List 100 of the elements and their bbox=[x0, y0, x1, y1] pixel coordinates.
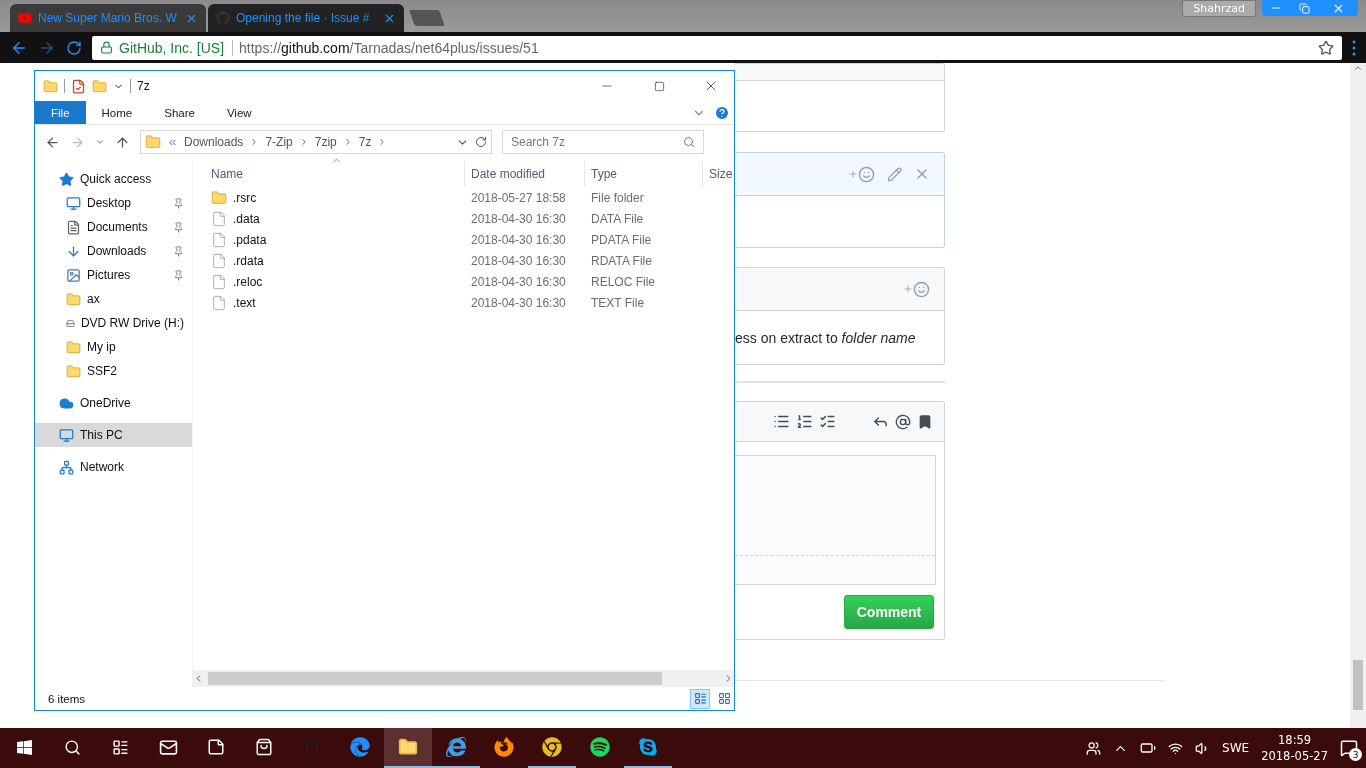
note-icon[interactable] bbox=[207, 738, 225, 756]
nav-item[interactable]: Quick access bbox=[35, 167, 192, 191]
play-icon bbox=[18, 11, 32, 25]
scroll-thumb[interactable] bbox=[1353, 660, 1363, 710]
file-row[interactable]: .pdata 2018-04-30 16:30 PDATA File bbox=[193, 229, 734, 250]
add-reaction-icon[interactable] bbox=[848, 165, 875, 183]
new-tab-button[interactable] bbox=[409, 10, 445, 26]
scroll-up-icon[interactable] bbox=[1353, 63, 1363, 73]
breadcrumb-item[interactable]: 7zip bbox=[314, 135, 337, 149]
ribbon-tab[interactable]: Home bbox=[85, 101, 149, 124]
document-icon bbox=[66, 219, 81, 235]
nav-item[interactable]: SSF2 bbox=[35, 359, 192, 383]
bookmark-icon[interactable] bbox=[917, 413, 933, 430]
file-name: .data bbox=[233, 211, 260, 226]
star-icon bbox=[59, 171, 74, 187]
folder-icon bbox=[66, 363, 81, 379]
maximize-icon[interactable] bbox=[653, 80, 665, 92]
up-icon[interactable] bbox=[115, 134, 130, 150]
table-cell-text: 2018-04-30 16:30 bbox=[470, 295, 567, 310]
task-view-icon[interactable] bbox=[111, 738, 129, 756]
file-icon bbox=[211, 294, 227, 311]
back-icon[interactable] bbox=[45, 134, 60, 150]
column-header[interactable]: Name bbox=[193, 161, 465, 187]
table-cell-text: PDATA File bbox=[590, 232, 653, 247]
comment-text: ess on extract to folder name bbox=[735, 329, 916, 346]
mail-icon[interactable] bbox=[158, 737, 178, 757]
nav-item[interactable]: OneDrive bbox=[35, 391, 192, 415]
file-row[interactable]: .rdata 2018-04-30 16:30 RDATA File bbox=[193, 250, 734, 271]
file-row[interactable]: .data 2018-04-30 16:30 DATA File bbox=[193, 208, 734, 229]
shopping-bag-icon[interactable] bbox=[255, 738, 273, 756]
search-field[interactable]: Search 7z bbox=[502, 130, 704, 154]
breadcrumb-item[interactable]: Downloads bbox=[184, 135, 244, 149]
table-cell-text: RDATA File bbox=[590, 253, 653, 268]
file-icon bbox=[211, 273, 227, 290]
table-cell-text: RELOC File bbox=[590, 274, 656, 289]
breadcrumb-item[interactable]: 7z bbox=[358, 135, 372, 149]
menu-icon[interactable] bbox=[1352, 39, 1356, 56]
bookmark-star-icon[interactable] bbox=[1318, 39, 1334, 56]
nav-item[interactable]: ax bbox=[35, 287, 192, 311]
nav-item[interactable]: DVD RW Drive (H:) bbox=[35, 311, 192, 335]
address-field[interactable]: Downloads 7-Zip 7zip 7z bbox=[140, 130, 492, 154]
nav-item[interactable]: Downloads bbox=[35, 239, 192, 263]
battery-icon[interactable] bbox=[1140, 740, 1157, 756]
nav-item[interactable]: This PC bbox=[35, 423, 192, 447]
browser-tab[interactable]: Opening the file · Issue # bbox=[208, 4, 404, 32]
taskbar-button[interactable] bbox=[384, 728, 432, 768]
windows-logo-icon[interactable] bbox=[15, 738, 33, 756]
file-name: .rdata bbox=[233, 253, 264, 268]
browser-icon[interactable] bbox=[350, 737, 370, 757]
nav-item[interactable]: My ip bbox=[35, 335, 192, 359]
file-row[interactable]: .rsrc 2018-05-27 18:58 File folder bbox=[193, 187, 734, 208]
refresh-icon[interactable] bbox=[475, 136, 487, 148]
ribbon-tab[interactable]: View bbox=[210, 101, 268, 124]
browser-icon[interactable] bbox=[494, 737, 514, 757]
file-name: .rsrc bbox=[233, 190, 257, 205]
file-row[interactable]: .reloc 2018-04-30 16:30 RELOC File bbox=[193, 271, 734, 292]
reload-icon[interactable] bbox=[66, 39, 82, 56]
browser-tab[interactable]: New Super Mario Bros. W bbox=[10, 4, 206, 32]
recent-icon[interactable] bbox=[95, 137, 105, 147]
browser-icon bbox=[542, 737, 562, 757]
add-reaction-icon[interactable] bbox=[903, 280, 930, 298]
properties-icon[interactable] bbox=[71, 78, 86, 94]
wifi-icon[interactable] bbox=[1168, 740, 1184, 756]
ribbon-tab[interactable]: File bbox=[35, 101, 86, 124]
details-view-button[interactable] bbox=[690, 688, 710, 709]
people-icon[interactable] bbox=[1086, 740, 1102, 756]
grid-icon[interactable] bbox=[717, 692, 731, 705]
file-row[interactable]: .text 2018-04-30 16:30 TEXT File bbox=[193, 292, 734, 313]
numbered-list-icon[interactable] bbox=[796, 413, 813, 430]
address-bar[interactable]: GitHub, Inc. [US] https://github.com/Tarnadas/net64plus/issues/51 bbox=[92, 35, 1342, 60]
column-header[interactable]: Size bbox=[703, 161, 734, 187]
scroll-thumb[interactable] bbox=[208, 672, 662, 685]
bullet-list-icon[interactable] bbox=[773, 413, 790, 430]
language-indicator[interactable]: SWE bbox=[1222, 741, 1250, 755]
mention-icon[interactable] bbox=[895, 413, 911, 430]
table-cell-text: TEXT File bbox=[590, 295, 646, 310]
column-header[interactable]: Type bbox=[585, 161, 703, 187]
help-icon[interactable] bbox=[714, 104, 730, 121]
nav-item[interactable]: Pictures bbox=[35, 263, 192, 287]
music-icon[interactable] bbox=[590, 737, 610, 757]
comment-field[interactable] bbox=[735, 455, 936, 585]
clock[interactable]: 18:59 2018-05-27 bbox=[1261, 732, 1328, 764]
column-header[interactable]: Date modified bbox=[465, 161, 585, 187]
ribbon-tab[interactable]: Share bbox=[148, 101, 211, 124]
folder-icon bbox=[66, 339, 81, 355]
nav-item[interactable]: Network bbox=[35, 455, 192, 479]
search-icon bbox=[683, 136, 695, 148]
table-cell-text: File folder bbox=[590, 190, 645, 205]
folder-icon bbox=[66, 291, 81, 307]
search-icon[interactable] bbox=[63, 738, 81, 756]
breadcrumb-item[interactable]: 7-Zip bbox=[265, 135, 293, 149]
restore-icon bbox=[1298, 2, 1310, 14]
nav-item[interactable]: Documents bbox=[35, 215, 192, 239]
folder-icon bbox=[145, 134, 161, 150]
task-list-icon[interactable] bbox=[819, 413, 836, 430]
nav-item[interactable]: Desktop bbox=[35, 191, 192, 215]
notification-icon[interactable] bbox=[1340, 739, 1358, 757]
scrollbar[interactable] bbox=[1350, 63, 1366, 728]
chat-icon bbox=[638, 737, 658, 757]
scrollbar[interactable] bbox=[193, 670, 734, 687]
